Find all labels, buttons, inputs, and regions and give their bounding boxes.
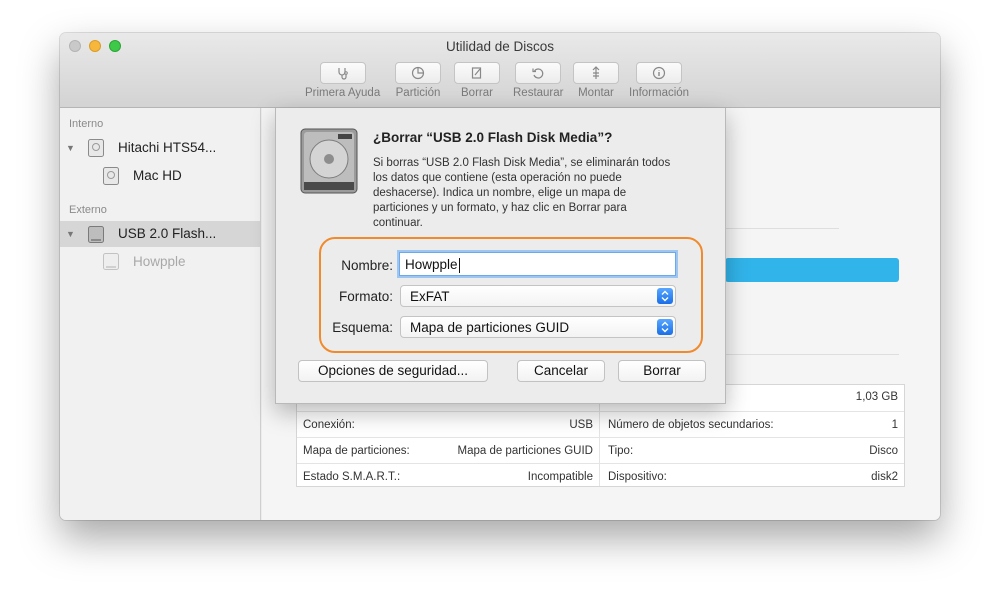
mount-button[interactable]: Montar: [573, 62, 619, 99]
section-external: Externo: [69, 204, 107, 216]
stethoscope-icon: [338, 68, 348, 80]
restore-button[interactable]: Restaurar: [513, 62, 564, 99]
table-row: Mapa de particiones: Mapa de particiones…: [297, 437, 904, 463]
message-line: continuar.: [373, 217, 423, 229]
row-label: Número de objetos secundarios:: [608, 419, 774, 431]
external-disk-icon: [88, 226, 104, 243]
erase-icon: [471, 67, 482, 79]
hard-drive-icon: [300, 128, 358, 194]
volume-icon: [103, 167, 119, 185]
confirm-erase-button[interactable]: Borrar: [618, 360, 706, 382]
name-input[interactable]: Howpple: [399, 252, 676, 276]
internal-disk-icon: [88, 139, 104, 157]
sidebar-item-label: Hitachi HTS54...: [118, 140, 217, 155]
row-label: Estado S.M.A.R.T.:: [303, 471, 401, 483]
row-value: USB: [569, 419, 593, 431]
info-icon: [652, 66, 666, 80]
title-bar: Utilidad de Discos Primera Ayuda Partici…: [60, 33, 940, 108]
row-value: Incompatible: [527, 471, 593, 483]
unmounted-volume-icon: [103, 253, 119, 270]
erase-button[interactable]: Borrar: [454, 62, 500, 99]
row-value: disk2: [871, 471, 898, 483]
scheme-label: Esquema:: [332, 320, 393, 335]
window-title: Utilidad de Discos: [445, 39, 555, 54]
row-label: Dispositivo:: [608, 471, 667, 483]
scheme-popup[interactable]: Mapa de particiones GUID: [400, 316, 676, 338]
format-popup[interactable]: ExFAT: [400, 285, 676, 307]
sidebar-item-label: Mac HD: [133, 168, 182, 183]
row-label: Tipo:: [608, 445, 634, 457]
disclosure-triangle-icon[interactable]: ▼: [66, 229, 75, 239]
dialog-title: ¿Borrar “USB 2.0 Flash Disk Media”?: [373, 130, 613, 145]
cancel-button[interactable]: Cancelar: [517, 360, 605, 382]
dialog-message: Si borras “USB 2.0 Flash Disk Media”, se…: [373, 156, 708, 231]
sidebar-item-howpple[interactable]: Howpple: [60, 249, 260, 275]
partition-button[interactable]: Partición: [395, 62, 441, 99]
partition-icon: [411, 66, 425, 80]
mount-icon: [592, 66, 600, 79]
sidebar-item-usb-flash[interactable]: ▼ USB 2.0 Flash...: [60, 221, 260, 247]
format-value: ExFAT: [410, 289, 450, 304]
disclosure-triangle-icon[interactable]: ▼: [66, 143, 75, 153]
restore-icon: [532, 68, 544, 79]
row-label: Mapa de particiones:: [303, 445, 410, 457]
security-options-button[interactable]: Opciones de seguridad...: [298, 360, 488, 382]
usage-bar: [725, 258, 899, 282]
popup-arrows-icon: [657, 319, 673, 335]
table-row: Conexión: USB Número de objetos secundar…: [297, 411, 904, 437]
section-internal: Interno: [69, 118, 104, 130]
message-line: los datos que contiene (esta operación n…: [373, 172, 622, 184]
partition-label: Partición: [395, 87, 441, 99]
name-label: Nombre:: [341, 258, 393, 273]
format-label: Formato:: [338, 289, 393, 304]
row-value: Mapa de particiones GUID: [457, 445, 593, 457]
capacity-value: 1,03 GB: [855, 391, 898, 403]
name-input-value: Howpple: [405, 257, 458, 272]
info-button[interactable]: Información: [629, 62, 689, 99]
divider: [725, 354, 899, 355]
message-line: Si borras “USB 2.0 Flash Disk Media”, se…: [373, 157, 671, 169]
row-label: Conexión:: [303, 419, 355, 431]
sidebar-item-label: USB 2.0 Flash...: [118, 226, 217, 241]
table-row: Estado S.M.A.R.T.: Incompatible Disposit…: [297, 463, 904, 489]
row-value: 1: [891, 419, 898, 431]
popup-arrows-icon: [657, 288, 673, 304]
erase-label: Borrar: [461, 87, 493, 99]
message-line: particiones y un formato, y haz clic en …: [373, 202, 627, 214]
scheme-value: Mapa de particiones GUID: [410, 320, 570, 335]
first-aid-label: Primera Ayuda: [305, 87, 381, 99]
sidebar-item-mac-hd[interactable]: Mac HD: [60, 163, 260, 189]
mount-label: Montar: [578, 87, 614, 99]
text-caret: [458, 257, 460, 273]
row-value: Disco: [869, 445, 898, 457]
first-aid-button[interactable]: Primera Ayuda: [305, 62, 380, 99]
sidebar-item-hitachi[interactable]: ▼ Hitachi HTS54...: [60, 135, 260, 161]
sidebar-item-label: Howpple: [133, 254, 186, 269]
sidebar: Interno ▼ Hitachi HTS54... Mac HD Extern…: [60, 108, 261, 520]
message-line: deshacerse). Indica un nombre, elige un …: [373, 187, 627, 199]
info-label: Información: [629, 87, 690, 99]
restore-label: Restaurar: [513, 87, 564, 99]
erase-dialog: ¿Borrar “USB 2.0 Flash Disk Media”? Si b…: [275, 108, 726, 404]
